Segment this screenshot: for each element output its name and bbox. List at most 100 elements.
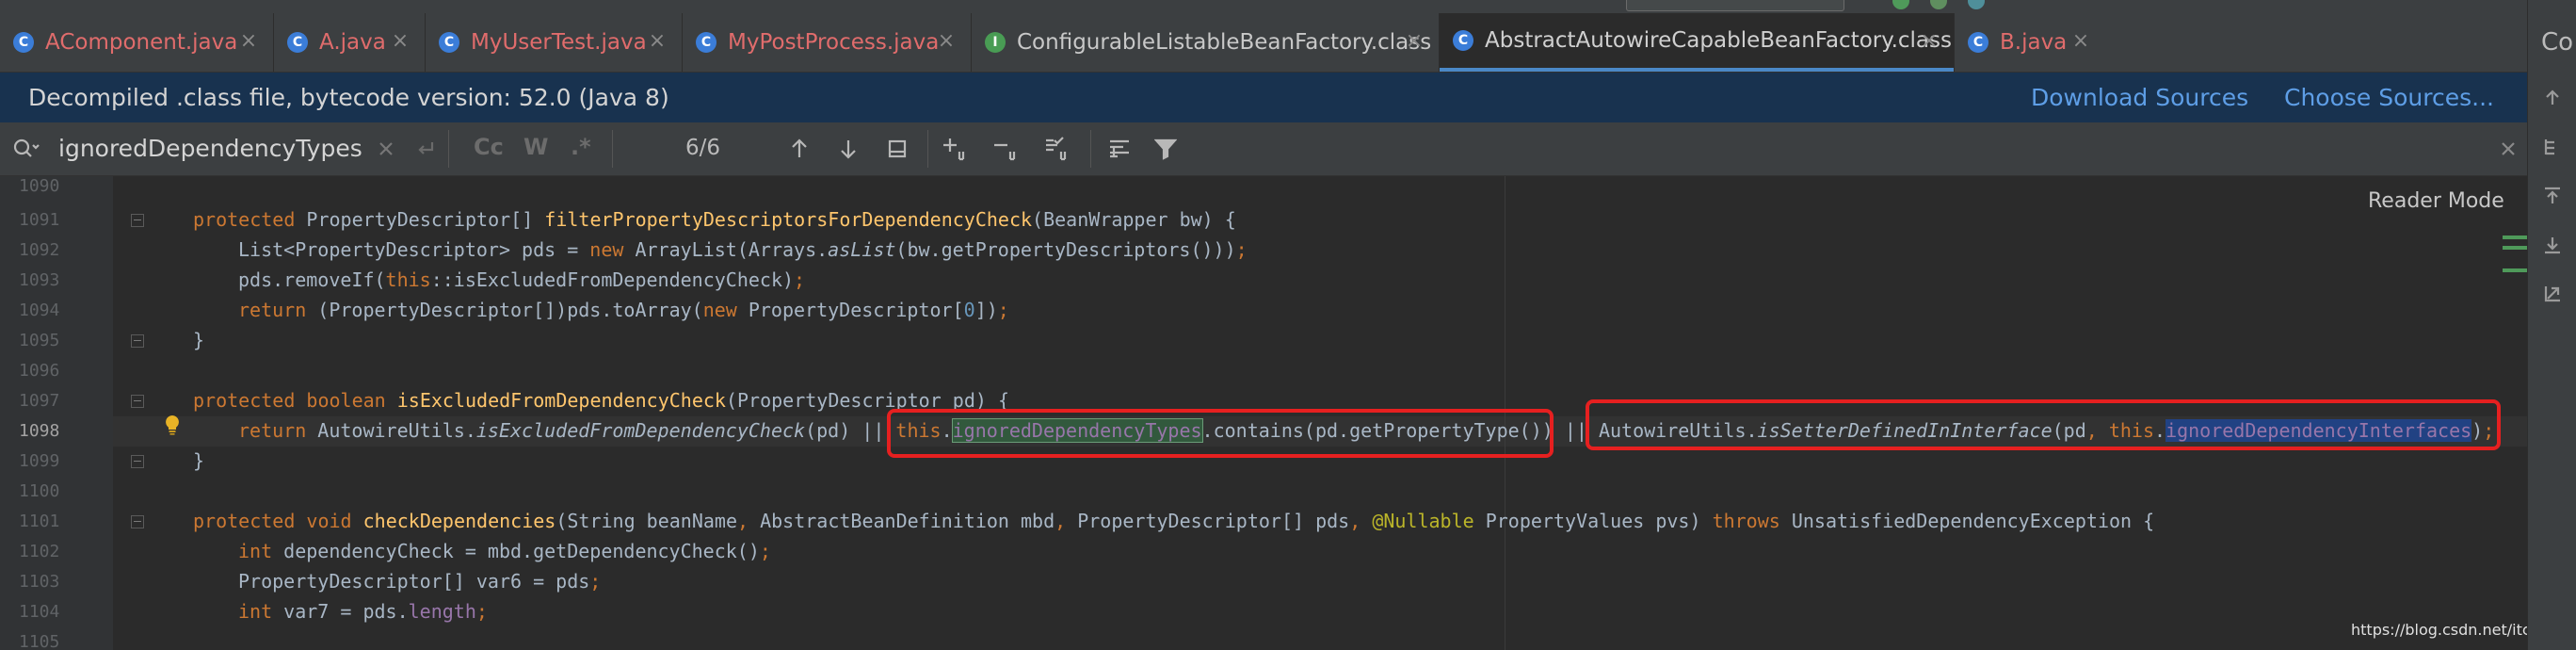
remove-selection-icon[interactable] (992, 134, 1022, 164)
line-number: 1100 (19, 481, 60, 501)
line-number: 1095 (19, 331, 60, 350)
class-c-icon: C (1968, 32, 1988, 53)
line-number-gutter: 1090 1091 1092 1093 1094 1095 1096 1097 … (0, 176, 113, 650)
reader-mode-toggle[interactable]: Reader Mode (2368, 189, 2504, 213)
push-down-icon[interactable] (2537, 230, 2568, 260)
filter-options-icon[interactable] (1105, 134, 1135, 164)
choose-sources-link[interactable]: Choose Sources... (2284, 84, 2494, 111)
code-editor[interactable]: 1090 1091 1092 1093 1094 1095 1096 1097 … (0, 176, 2527, 650)
match-case-toggle[interactable]: Cc (474, 134, 504, 160)
find-bar: ignoredDependencyTypes Cc W .* 6/6 (0, 122, 2527, 176)
whole-words-toggle[interactable]: W (523, 134, 548, 160)
class-c-icon: C (439, 32, 459, 53)
fold-marker[interactable] (131, 334, 144, 348)
tab-label: MyPostProcess.java (728, 30, 940, 55)
tab-acomponent[interactable]: C AComponent.java × (0, 13, 273, 72)
debug-icon[interactable] (1930, 0, 1947, 9)
code-line-1103: PropertyDescriptor[] var6 = pds; (238, 570, 602, 593)
close-icon[interactable]: × (1918, 30, 1940, 53)
error-stripe-mark[interactable] (2503, 236, 2527, 239)
line-number: 1102 (19, 542, 60, 561)
close-icon[interactable]: × (2069, 30, 2092, 53)
decompiled-banner: Decompiled .class file, bytecode version… (0, 73, 2527, 122)
match-count: 6/6 (685, 136, 721, 160)
tab-label: AComponent.java (45, 30, 238, 55)
code-line-1091: protected PropertyDescriptor[] filterPro… (193, 208, 1236, 231)
run-icon[interactable] (1892, 0, 1909, 9)
tab-label: A.java (319, 30, 386, 55)
highlight-box-ignored-interfaces (1586, 399, 2501, 450)
close-icon[interactable]: × (935, 30, 958, 53)
select-all-icon[interactable] (1043, 134, 1073, 164)
tab-configurablelistablebeanfactory[interactable]: I ConfigurableListableBeanFactory.class … (972, 13, 1439, 72)
download-sources-link[interactable]: Download Sources (2031, 84, 2248, 111)
class-c-icon: C (287, 32, 308, 53)
arrow-down-icon[interactable] (833, 134, 863, 164)
fold-marker[interactable] (131, 395, 144, 408)
tab-abstractautowirecapablebeanfactory[interactable]: C AbstractAutowireCapableBeanFactory.cla… (1440, 13, 1954, 72)
close-icon[interactable]: × (237, 30, 260, 53)
tab-label: AbstractAutowireCapableBeanFactory.class (1485, 28, 1952, 53)
line-number: 1097 (19, 391, 60, 411)
line-number: 1092 (19, 240, 60, 260)
tab-a[interactable]: C A.java × (274, 13, 425, 72)
highlight-box-ignored-types (887, 409, 1554, 458)
structure-icon[interactable] (2537, 132, 2568, 162)
line-number: 1091 (19, 210, 60, 230)
watermark: https://blog.csdn.net/itchenguang (2351, 621, 2527, 639)
line-number: 1104 (19, 602, 60, 622)
search-input[interactable]: ignoredDependencyTypes (58, 135, 362, 162)
line-number: 1094 (19, 301, 60, 320)
tab-b[interactable]: C B.java × (1955, 13, 2105, 72)
fold-marker[interactable] (131, 515, 144, 528)
class-c-icon: C (13, 32, 34, 53)
coverage-icon[interactable] (1968, 0, 1985, 9)
line-number: 1103 (19, 572, 60, 592)
code-line-1104: int var7 = pds.length; (238, 600, 488, 623)
banner-message: Decompiled .class file, bytecode version… (28, 84, 669, 111)
code-line-1093: pds.removeIf(this::isExcludedFromDepende… (238, 268, 806, 291)
fold-marker[interactable] (131, 455, 144, 468)
abstract-class-icon: C (1453, 30, 1473, 51)
line-number: 1105 (19, 632, 60, 650)
expand-icon[interactable] (2537, 279, 2568, 309)
code-line-1099: } (193, 449, 205, 472)
fold-marker[interactable] (131, 214, 144, 227)
select-all-occurrences-icon[interactable] (882, 134, 912, 164)
line-number: 1099 (19, 451, 60, 471)
error-stripe-mark[interactable] (2503, 246, 2527, 250)
error-stripe-mark[interactable] (2503, 268, 2527, 272)
right-tool-window-strip: Co (2527, 0, 2576, 650)
code-line-1094: return (PropertyDescriptor[])pds.toArray… (238, 299, 1009, 321)
lightbulb-icon[interactable] (164, 414, 181, 435)
add-selection-icon[interactable] (942, 134, 972, 164)
search-icon[interactable] (11, 134, 41, 164)
close-icon[interactable]: × (646, 30, 668, 53)
close-icon[interactable] (2493, 134, 2523, 164)
line-number: 1101 (19, 512, 60, 531)
top-toolbar-strip (0, 0, 2527, 13)
regex-toggle[interactable]: .* (571, 134, 591, 160)
close-icon[interactable]: × (1403, 30, 1425, 53)
code-line-1095: } (193, 329, 205, 351)
tab-myusertest[interactable]: C MyUserTest.java × (426, 13, 682, 72)
tab-label: B.java (2000, 30, 2068, 55)
arrow-up-icon[interactable] (784, 134, 814, 164)
editor-tab-bar: C AComponent.java × C A.java × C MyUserT… (0, 13, 2527, 73)
push-up-icon[interactable] (2537, 181, 2568, 211)
arrow-up-icon[interactable] (2537, 83, 2568, 113)
clear-icon[interactable] (371, 134, 401, 164)
right-panel-label[interactable]: Co (2541, 28, 2573, 57)
close-icon[interactable]: × (389, 30, 411, 53)
tab-label: ConfigurableListableBeanFactory.class (1017, 30, 1432, 55)
filter-icon[interactable] (1151, 134, 1181, 164)
code-line-1102: int dependencyCheck = mbd.getDependencyC… (238, 540, 771, 562)
tab-mypostprocess[interactable]: C MyPostProcess.java × (683, 13, 971, 72)
run-config-select[interactable] (1626, 0, 1844, 11)
new-line-icon[interactable] (411, 134, 441, 164)
tab-label: MyUserTest.java (471, 30, 647, 55)
line-number: 1096 (19, 361, 60, 381)
class-c-icon: C (696, 32, 716, 53)
line-number: 1093 (19, 270, 60, 290)
code-line-1092: List<PropertyDescriptor> pds = new Array… (238, 238, 1248, 261)
